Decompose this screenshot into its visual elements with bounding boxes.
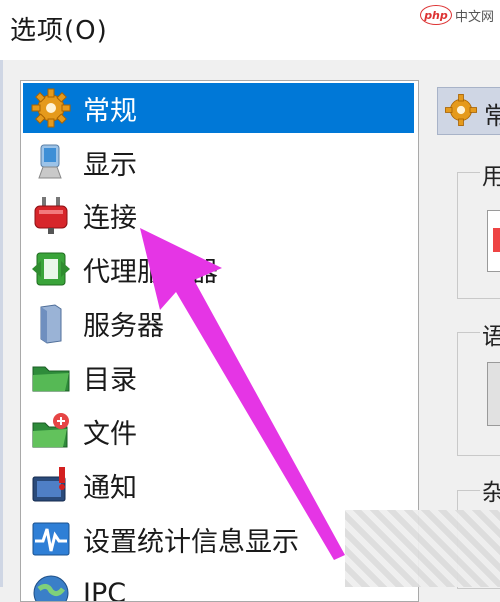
blurred-region: [345, 510, 500, 587]
annotation-arrow: [0, 0, 500, 587]
